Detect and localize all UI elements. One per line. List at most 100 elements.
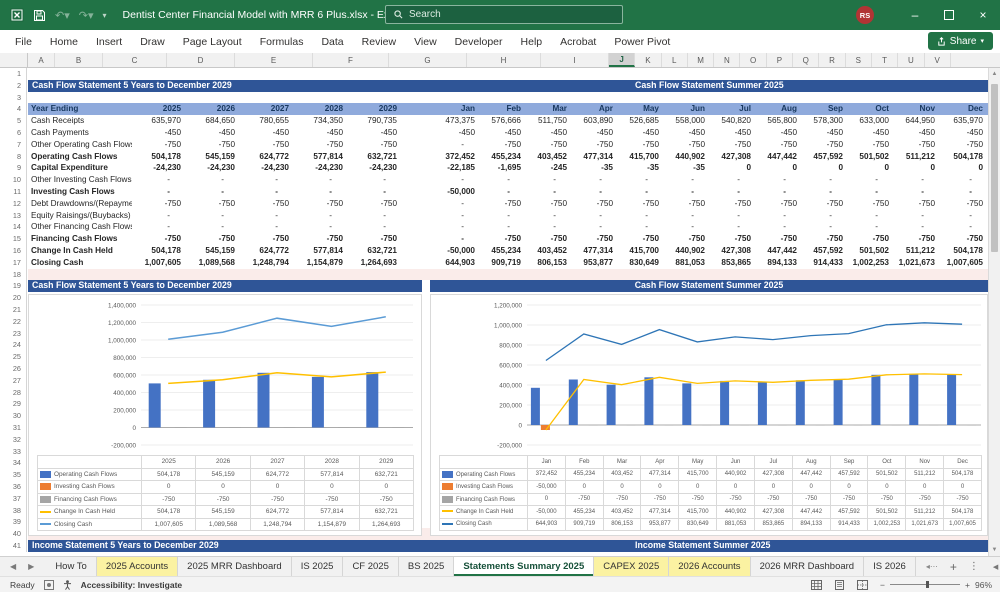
- row-number-34[interactable]: 34: [0, 457, 27, 470]
- row-number-22[interactable]: 22: [0, 315, 27, 328]
- table-cell[interactable]: -: [572, 210, 618, 222]
- table-cell[interactable]: [402, 103, 434, 116]
- table-cell[interactable]: -450: [480, 127, 526, 139]
- table-cell[interactable]: -: [348, 174, 402, 186]
- table-cell[interactable]: 644,950: [894, 115, 940, 127]
- sheet-tab-capex-2025[interactable]: CAPEX 2025: [594, 557, 670, 576]
- row-number-8[interactable]: 8: [0, 150, 27, 163]
- table-cell[interactable]: 0: [756, 162, 802, 174]
- row-number-12[interactable]: 12: [0, 197, 27, 210]
- table-cell[interactable]: 780,655: [240, 115, 294, 127]
- customize-qat-icon[interactable]: ▾: [103, 11, 107, 20]
- zoom-slider-thumb[interactable]: [926, 581, 930, 588]
- table-cell[interactable]: 914,433: [802, 257, 848, 269]
- sheet-tab-is-2026[interactable]: IS 2026: [864, 557, 916, 576]
- table-cell[interactable]: 0: [894, 162, 940, 174]
- table-cell[interactable]: 1,007,605: [132, 257, 186, 269]
- sheet-tab-bs-2025[interactable]: BS 2025: [399, 557, 455, 576]
- table-cell[interactable]: -245: [526, 162, 572, 174]
- sheet-tab-statements-summary-2025[interactable]: Statements Summary 2025: [454, 557, 595, 576]
- table-cell[interactable]: -750: [480, 233, 526, 245]
- table-cell[interactable]: -: [526, 174, 572, 186]
- table-cell[interactable]: 457,592: [802, 245, 848, 257]
- accessibility-icon[interactable]: [63, 579, 72, 590]
- row-label[interactable]: Closing Cash: [28, 257, 132, 269]
- table-cell[interactable]: -750: [348, 139, 402, 151]
- row-number-19[interactable]: 19: [0, 280, 27, 293]
- table-cell[interactable]: -: [434, 174, 480, 186]
- table-cell[interactable]: -: [132, 221, 186, 233]
- table-cell[interactable]: -750: [240, 198, 294, 210]
- row-label[interactable]: Other Operating Cash Flows: [28, 139, 132, 151]
- table-cell[interactable]: -450: [348, 127, 402, 139]
- row-label[interactable]: Investing Cash Flows: [28, 186, 132, 198]
- table-cell[interactable]: 953,877: [572, 257, 618, 269]
- table-cell[interactable]: -: [294, 221, 348, 233]
- table-cell[interactable]: [402, 257, 434, 269]
- table-cell[interactable]: 372,452: [434, 151, 480, 163]
- row-number-37[interactable]: 37: [0, 492, 27, 505]
- table-cell[interactable]: -750: [894, 139, 940, 151]
- table-cell[interactable]: -: [186, 221, 240, 233]
- column-header-Q[interactable]: Q: [793, 53, 820, 67]
- row-label[interactable]: Other Financing Cash Flows: [28, 221, 132, 233]
- user-avatar[interactable]: RS: [856, 6, 874, 24]
- table-cell[interactable]: 644,903: [434, 257, 480, 269]
- table-cell[interactable]: 0: [802, 162, 848, 174]
- row-number-18[interactable]: 18: [0, 268, 27, 281]
- vertical-scroll-thumb[interactable]: [991, 84, 998, 252]
- sheet-tab-2025-accounts[interactable]: 2025 Accounts: [96, 557, 179, 576]
- table-cell[interactable]: -750: [132, 139, 186, 151]
- table-cell[interactable]: -: [572, 221, 618, 233]
- table-cell[interactable]: -35: [618, 162, 664, 174]
- table-cell[interactable]: 2025: [132, 103, 186, 116]
- column-header-B[interactable]: B: [55, 53, 103, 67]
- table-cell[interactable]: -750: [710, 139, 756, 151]
- table-cell[interactable]: -750: [618, 198, 664, 210]
- table-cell[interactable]: Jan: [434, 103, 480, 116]
- table-cell[interactable]: -750: [240, 233, 294, 245]
- table-cell[interactable]: -: [186, 186, 240, 198]
- table-cell[interactable]: 457,592: [802, 151, 848, 163]
- table-cell[interactable]: -: [240, 186, 294, 198]
- table-cell[interactable]: -: [480, 221, 526, 233]
- table-cell[interactable]: 447,442: [756, 245, 802, 257]
- table-cell[interactable]: -750: [710, 233, 756, 245]
- table-cell[interactable]: -750: [572, 139, 618, 151]
- zoom-in-icon[interactable]: +: [965, 580, 970, 590]
- table-cell[interactable]: -24,230: [186, 162, 240, 174]
- table-cell[interactable]: -: [348, 186, 402, 198]
- table-cell[interactable]: -750: [294, 198, 348, 210]
- row-label[interactable]: Debt Drawdowns/(Repayments: [28, 198, 132, 210]
- table-cell[interactable]: -1,695: [480, 162, 526, 174]
- row-number-26[interactable]: 26: [0, 363, 27, 375]
- row-number-28[interactable]: 28: [0, 386, 27, 399]
- table-cell[interactable]: [402, 139, 434, 151]
- row-number-41[interactable]: 41: [0, 540, 27, 552]
- table-cell[interactable]: -450: [756, 127, 802, 139]
- table-cell[interactable]: -24,230: [294, 162, 348, 174]
- vertical-scrollbar[interactable]: ▲ ▼: [988, 68, 1000, 556]
- table-cell[interactable]: 1,089,568: [186, 257, 240, 269]
- row-number-40[interactable]: 40: [0, 528, 27, 540]
- column-header-L[interactable]: L: [662, 53, 688, 67]
- table-cell[interactable]: 603,890: [572, 115, 618, 127]
- table-cell[interactable]: -750: [240, 139, 294, 151]
- table-cell[interactable]: -750: [132, 198, 186, 210]
- ribbon-tab-home[interactable]: Home: [41, 36, 87, 48]
- row-number-15[interactable]: 15: [0, 233, 27, 245]
- row-number-10[interactable]: 10: [0, 174, 27, 186]
- table-cell[interactable]: 415,700: [618, 151, 664, 163]
- table-cell[interactable]: 473,375: [434, 115, 480, 127]
- column-header-H[interactable]: H: [467, 53, 541, 67]
- table-cell[interactable]: -750: [756, 139, 802, 151]
- column-header-C[interactable]: C: [103, 53, 167, 67]
- tab-scroll-left-icon[interactable]: ◀: [10, 562, 16, 571]
- row-number-13[interactable]: 13: [0, 209, 27, 222]
- table-cell[interactable]: Oct: [848, 103, 894, 116]
- table-cell[interactable]: -750: [802, 139, 848, 151]
- row-label[interactable]: Year Ending: [28, 103, 132, 116]
- zoom-out-icon[interactable]: −: [880, 580, 885, 590]
- table-cell[interactable]: 558,000: [664, 115, 710, 127]
- table-cell[interactable]: -: [894, 210, 940, 222]
